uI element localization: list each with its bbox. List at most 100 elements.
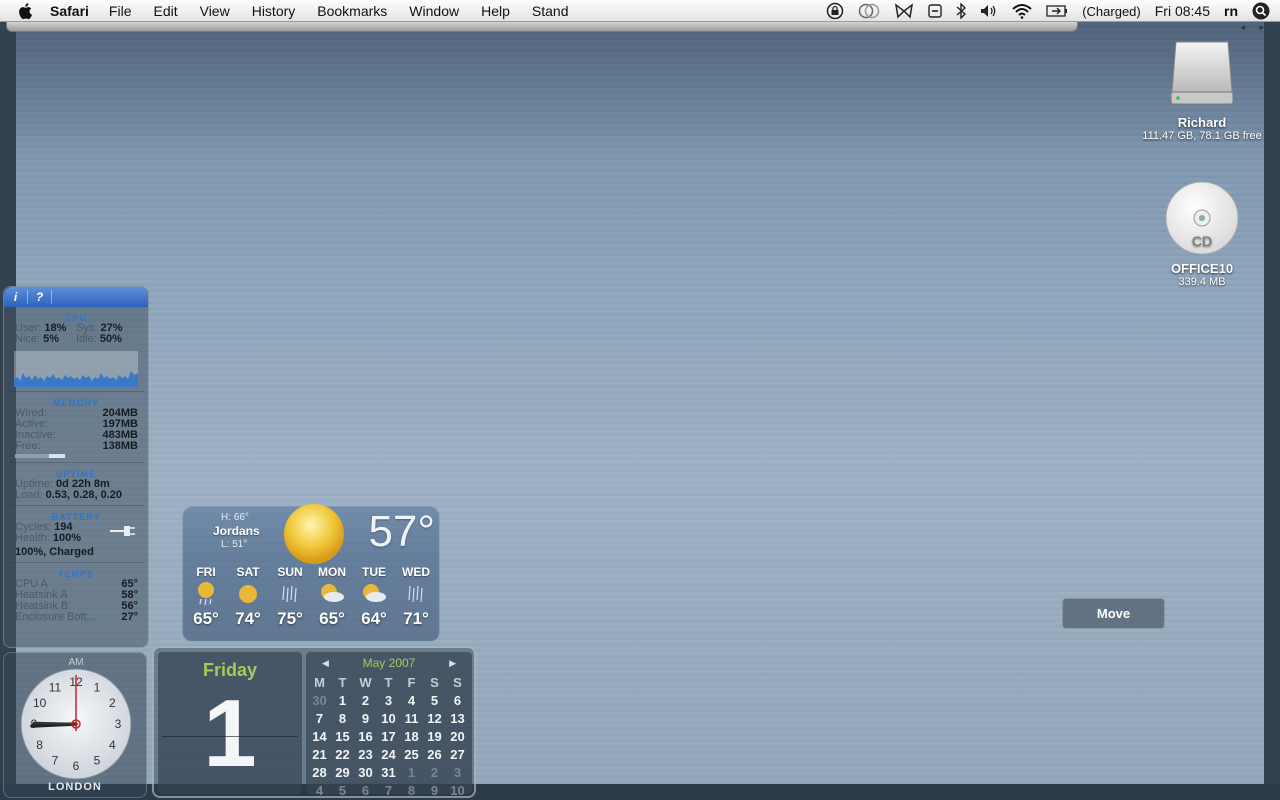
memory-label: Free: <box>15 440 41 452</box>
next-month-icon[interactable]: ▶ <box>449 658 456 669</box>
istat-widget[interactable]: i ? CPU User: 18% Sys: 27% Nice: 5% Idle… <box>3 286 149 648</box>
forecast-day-name: MON <box>318 565 346 579</box>
calendar-day-cell[interactable]: 27 <box>446 746 469 763</box>
calendar-weekday-header: S <box>430 675 439 690</box>
calendar-day-cell[interactable]: 8 <box>400 782 423 799</box>
forecast-day-tue: TUE 64° <box>353 565 395 629</box>
calendar-day-cell[interactable]: 1 <box>331 692 354 709</box>
calendar-day-cell[interactable]: 29 <box>331 764 354 781</box>
cd-icon-office10[interactable]: CD OFFICE10 339.4 MB <box>1150 180 1254 288</box>
info-button[interactable]: i <box>4 290 28 304</box>
calendar-day-cell[interactable]: 28 <box>308 764 331 781</box>
cd-info: 339.4 MB <box>1178 276 1226 288</box>
page-fold-line <box>162 736 298 737</box>
volume-icon[interactable] <box>980 0 998 22</box>
calendar-weekday-header: W <box>359 675 372 690</box>
spotlight-search-icon[interactable] <box>1252 0 1270 22</box>
calendar-day-cell[interactable]: 5 <box>331 782 354 799</box>
menu-edit[interactable]: Edit <box>153 3 177 19</box>
help-button[interactable]: ? <box>28 290 52 304</box>
bluetooth-icon[interactable] <box>956 0 967 22</box>
calendar-day-cell[interactable]: 12 <box>423 710 446 727</box>
lock-status-icon[interactable] <box>826 0 844 22</box>
menu-window[interactable]: Window <box>409 3 459 19</box>
menu-bookmarks[interactable]: Bookmarks <box>317 3 387 19</box>
app-menu-safari[interactable]: Safari <box>50 3 89 19</box>
calendar-day-cell[interactable]: 4 <box>308 782 331 799</box>
clock-number: 7 <box>52 753 59 767</box>
temp-row: Enclosure Bott... 27° <box>4 612 148 623</box>
calendar-day-cell[interactable]: 25 <box>400 746 423 763</box>
calendar-day-cell[interactable]: 16 <box>354 728 377 745</box>
calendar-day-cell[interactable]: 11 <box>400 710 423 727</box>
calendar-day-cell[interactable]: 7 <box>377 782 400 799</box>
move-button[interactable]: Move <box>1062 598 1165 629</box>
calendar-day-cell[interactable]: 9 <box>423 782 446 799</box>
wifi-icon[interactable] <box>1012 0 1032 22</box>
calendar-day-cell[interactable]: 18 <box>400 728 423 745</box>
memory-usage-bar <box>15 454 65 458</box>
calendar-day-cell[interactable]: 21 <box>308 746 331 763</box>
hard-disk-icon-richard[interactable]: Richard 111.47 GB, 78.1 GB free <box>1138 38 1266 142</box>
calendar-day-cell[interactable]: 3 <box>446 764 469 781</box>
menu-view[interactable]: View <box>200 3 230 19</box>
cpu-nice-value: 5% <box>43 333 60 345</box>
calendar-day-cell[interactable]: 6 <box>354 782 377 799</box>
menu-history[interactable]: History <box>252 3 296 19</box>
calendar-day-cell[interactable]: 19 <box>423 728 446 745</box>
apple-menu-icon[interactable] <box>18 0 38 22</box>
load-value: 0.53, 0.28, 0.20 <box>45 489 123 501</box>
calendar-day-cell[interactable]: 3 <box>377 692 400 709</box>
calendar-day-cell[interactable]: 23 <box>354 746 377 763</box>
calendar-day-cell[interactable]: 10 <box>377 710 400 727</box>
forecast-day-mon: MON 65° <box>311 565 353 629</box>
calendar-day-cell[interactable]: 4 <box>400 692 423 709</box>
calendar-day-cell[interactable]: 31 <box>377 764 400 781</box>
cpu-idle-value: 50% <box>99 333 122 345</box>
calendar-day-cell[interactable]: 20 <box>446 728 469 745</box>
scroll-arrows-icon[interactable]: ◂ ▸ <box>1240 22 1270 33</box>
sync-status-icon[interactable] <box>858 0 880 22</box>
calendar-day-cell[interactable]: 9 <box>354 710 377 727</box>
calendar-day-cell[interactable]: 5 <box>423 692 446 709</box>
power-plug-icon <box>110 526 135 536</box>
calendar-day-cell[interactable]: 24 <box>377 746 400 763</box>
menu-file[interactable]: File <box>109 3 132 19</box>
user-menu[interactable]: rn <box>1224 3 1238 19</box>
menu-stand[interactable]: Stand <box>532 3 569 19</box>
prev-month-icon[interactable]: ◀ <box>322 658 329 669</box>
memory-value: 138MB <box>102 440 138 452</box>
battery-status-label[interactable]: (Charged) <box>1082 4 1141 19</box>
calendar-day-cell[interactable]: 6 <box>446 692 469 709</box>
cd-name: OFFICE10 <box>1170 261 1234 276</box>
calendar-day-cell[interactable]: 30 <box>308 692 331 709</box>
calendar-day-panel[interactable]: Friday 1 <box>158 652 302 794</box>
calendar-day-cell[interactable]: 26 <box>423 746 446 763</box>
calendar-day-cell[interactable]: 22 <box>331 746 354 763</box>
calendar-day-cell[interactable]: 30 <box>354 764 377 781</box>
clock-number: 1 <box>94 681 101 695</box>
temp-value: 27° <box>121 611 138 623</box>
calendar-day-cell[interactable]: 15 <box>331 728 354 745</box>
calendar-day-cell[interactable]: 2 <box>354 692 377 709</box>
forecast-day-sat: SAT 74° <box>227 565 269 629</box>
divider <box>8 562 144 563</box>
calendar-day-cell[interactable]: 14 <box>308 728 331 745</box>
calendar-day-cell[interactable]: 8 <box>331 710 354 727</box>
calendar-day-cell[interactable]: 1 <box>400 764 423 781</box>
calendar-day-cell[interactable]: 13 <box>446 710 469 727</box>
menu-help[interactable]: Help <box>481 3 510 19</box>
minus-box-icon[interactable] <box>928 0 942 22</box>
calendar-widget[interactable]: Friday 1 ◀ May 2007 ▶ M T W T F S S 30 1 2 3 4 5 6 7 8 9… <box>152 646 476 798</box>
calendar-day-cell[interactable]: 2 <box>423 764 446 781</box>
battery-icon[interactable] <box>1046 0 1068 22</box>
calendar-day-cell[interactable]: 7 <box>308 710 331 727</box>
calendar-day-cell[interactable]: 17 <box>377 728 400 745</box>
world-clock-widget[interactable]: AM 121234567891011 LONDON <box>3 652 147 798</box>
butterfly-icon[interactable] <box>894 0 914 22</box>
clock-number: 2 <box>109 696 116 710</box>
menu-clock[interactable]: Fri 08:45 <box>1155 3 1210 19</box>
calendar-day-cell[interactable]: 10 <box>446 782 469 799</box>
weather-location: Jordans <box>213 524 260 538</box>
weather-widget[interactable]: H: 66° Jordans L: 51° 57° FRI 65° SAT 74… <box>182 504 440 642</box>
